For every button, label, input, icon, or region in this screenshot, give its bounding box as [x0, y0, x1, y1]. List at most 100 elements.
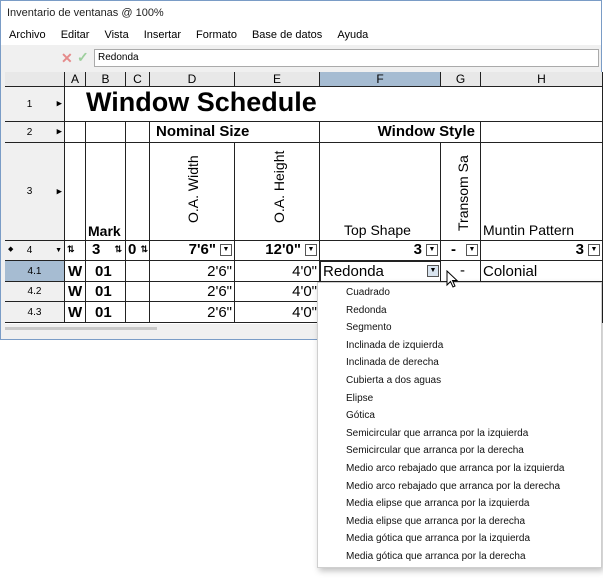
row-header-4-2[interactable]: 4.2 [5, 282, 65, 302]
cell-f4[interactable]: 3 ▼ [320, 241, 441, 261]
column-header-d[interactable]: D [150, 72, 235, 87]
table-row-cell[interactable]: Colonial [481, 261, 603, 282]
row-expand-icon[interactable]: ▶ [57, 187, 62, 195]
column-header-g[interactable]: G [441, 72, 481, 87]
dropdown-option[interactable]: Elipse [346, 393, 373, 404]
schedule-title-cell[interactable]: Window Schedule [65, 87, 603, 122]
dropdown-option[interactable]: Semicircular que arranca por la derecha [346, 445, 524, 456]
accept-entry-icon[interactable]: ✓ [77, 49, 89, 66]
dropdown-option[interactable]: Cuadrado [346, 287, 390, 298]
dropdown-option[interactable]: Redonda [346, 305, 387, 316]
cell-b4[interactable]: 3 ⇅ [86, 241, 126, 261]
dropdown-option[interactable]: Media gótica que arranca por la izquierd… [346, 533, 530, 544]
type-value: W [68, 304, 83, 321]
table-row-cell[interactable]: 4'0" [235, 261, 320, 282]
table-row-cell[interactable]: 4'0" [235, 302, 320, 323]
menu-ayuda[interactable]: Ayuda [329, 25, 375, 45]
cell-oa-height-header[interactable]: O.A. Height [235, 143, 320, 241]
cell-window-style[interactable]: Window Style [320, 122, 481, 143]
dropdown-option[interactable]: Segmento [346, 322, 392, 333]
cell-g4[interactable]: - ▼ [441, 241, 481, 261]
row-header-4-1[interactable]: 4.1 [5, 261, 65, 282]
column-header-f[interactable]: F [320, 72, 441, 87]
select-all-corner[interactable] [5, 72, 65, 87]
top-shape-active-cell[interactable]: Redonda ▼ [320, 261, 441, 282]
cell-a4[interactable]: ⇅ [65, 241, 86, 261]
dropdown-option[interactable]: Media elipse que arranca por la izquierd… [346, 498, 529, 509]
dropdown-option[interactable]: Medio arco rebajado que arranca por la d… [346, 481, 560, 492]
table-row-cell[interactable]: 2'6" [150, 261, 235, 282]
table-row-cell[interactable]: W [65, 261, 86, 282]
row-header-3[interactable]: 3 ▶ [5, 143, 65, 241]
dropdown-arrow-icon[interactable]: ▼ [220, 244, 232, 256]
table-row-cell[interactable]: W [65, 302, 86, 323]
dropdown-arrow-icon[interactable]: ▼ [305, 244, 317, 256]
column-header-c[interactable]: C [126, 72, 150, 87]
menu-vista[interactable]: Vista [96, 25, 135, 45]
cell-c4[interactable]: 0 ⇅ [126, 241, 150, 261]
mark-header: Mark [88, 223, 121, 239]
cell-mark-header[interactable]: Mark [86, 143, 126, 241]
cell-transom-header[interactable]: Transom Sa [441, 143, 481, 241]
table-row-cell[interactable]: W [65, 282, 86, 302]
table-row-cell[interactable]: 4'0" [235, 282, 320, 302]
cell-d4[interactable]: 7'6" ▼ [150, 241, 235, 261]
cell-top-shape-header[interactable]: Top Shape [320, 143, 441, 241]
dropdown-arrow-icon[interactable]: ▼ [427, 265, 439, 277]
row-header-2[interactable]: 2 ▶ [5, 122, 65, 143]
cell-nominal-size[interactable]: Nominal Size [150, 122, 320, 143]
menu-base-de-datos[interactable]: Base de datos [244, 25, 329, 45]
formula-input[interactable]: Redonda [94, 49, 599, 67]
cell-muntin-header[interactable]: Muntin Pattern [481, 143, 603, 241]
cell-e4[interactable]: 12'0" ▼ [235, 241, 320, 261]
dropdown-option[interactable]: Inclinada de izquierda [346, 340, 443, 351]
sort-icon[interactable]: ⇅ [114, 244, 122, 255]
table-row-cell[interactable]: 2'6" [150, 302, 235, 323]
row-header-4-3[interactable]: 4.3 [5, 302, 65, 323]
row-header-1[interactable]: 1 ▶ [5, 87, 65, 122]
row-header-4[interactable]: ◆ 4 ▼ [5, 241, 65, 261]
dropdown-arrow-icon[interactable]: ▼ [588, 244, 600, 256]
top-shape-value: Redonda [323, 263, 384, 280]
table-row-cell[interactable]: 01 [86, 282, 126, 302]
dropdown-option[interactable]: Media elipse que arranca por la derecha [346, 516, 525, 527]
table-row-cell[interactable] [126, 282, 150, 302]
dropdown-option[interactable]: Inclinada de derecha [346, 357, 439, 368]
row-expand-icon[interactable]: ▼ [55, 247, 62, 254]
cell-a3[interactable] [65, 143, 86, 241]
horizontal-scrollbar[interactable] [5, 327, 157, 330]
cell-c3[interactable] [126, 143, 150, 241]
cancel-entry-icon[interactable]: ✕ [61, 50, 73, 67]
dropdown-arrow-icon[interactable]: ▼ [466, 244, 478, 256]
dropdown-option[interactable]: Medio arco rebajado que arranca por la i… [346, 463, 564, 474]
dropdown-option[interactable]: Media gótica que arranca por la derecha [346, 551, 526, 562]
cell-h2[interactable] [481, 122, 603, 143]
row-expand-icon[interactable]: ▶ [57, 100, 62, 108]
menu-archivo[interactable]: Archivo [1, 25, 53, 45]
menu-editar[interactable]: Editar [53, 25, 97, 45]
menu-insertar[interactable]: Insertar [136, 25, 188, 45]
table-row-cell[interactable]: 2'6" [150, 282, 235, 302]
row-number: 4.1 [27, 265, 42, 277]
dropdown-option[interactable]: Semicircular que arranca por la izquierd… [346, 428, 528, 439]
column-header-a[interactable]: A [65, 72, 86, 87]
column-header-b[interactable]: B [86, 72, 126, 87]
cell-a2[interactable] [65, 122, 86, 143]
dropdown-option[interactable]: Cubierta a dos aguas [346, 375, 441, 386]
cell-b2[interactable] [86, 122, 126, 143]
table-row-cell[interactable] [126, 302, 150, 323]
sort-icon[interactable]: ⇅ [140, 244, 148, 255]
dropdown-arrow-icon[interactable]: ▼ [426, 244, 438, 256]
table-row-cell[interactable]: 01 [86, 302, 126, 323]
cell-h4[interactable]: 3 ▼ [481, 241, 603, 261]
row-expand-icon[interactable]: ▶ [57, 128, 62, 136]
cell-c2[interactable] [126, 122, 150, 143]
table-row-cell[interactable]: 01 [86, 261, 126, 282]
dropdown-option[interactable]: Gótica [346, 410, 375, 421]
table-row-cell[interactable] [126, 261, 150, 282]
column-header-e[interactable]: E [235, 72, 320, 87]
sort-icon[interactable]: ⇅ [67, 244, 75, 255]
menu-formato[interactable]: Formato [188, 25, 244, 45]
column-header-h[interactable]: H [481, 72, 603, 87]
cell-oa-width-header[interactable]: O.A. Width [150, 143, 235, 241]
